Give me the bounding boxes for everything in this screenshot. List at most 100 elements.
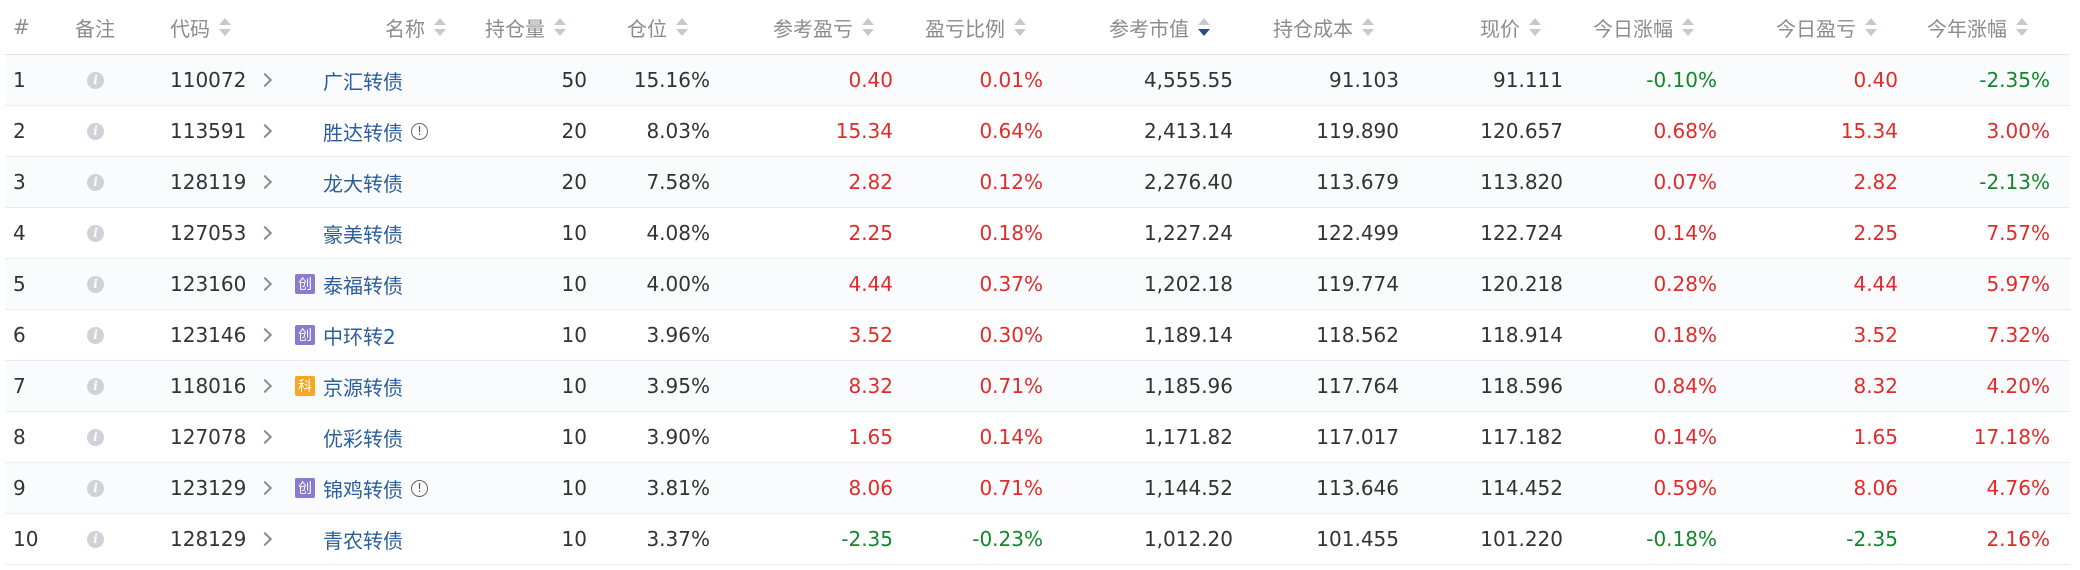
col-header-pnl-ratio-label: 盈亏比例 [925, 16, 1005, 41]
col-header-pnl[interactable]: 参考盈亏 [773, 0, 903, 54]
chevron-right-icon[interactable] [258, 72, 273, 88]
bond-name[interactable]: 优彩转债 [323, 423, 403, 452]
chevron-right-icon[interactable] [258, 327, 273, 343]
name-cell[interactable]: 豪美转债 [295, 208, 495, 258]
table-row[interactable]: 4 i 127053 豪美转债 10 4.08% 2.25 0.18% 1,22… [5, 208, 2070, 259]
col-header-ytd-chg[interactable]: 今年涨幅 [1927, 0, 2047, 54]
col-header-qty[interactable]: 持仓量 [485, 0, 595, 54]
table-row[interactable]: 5 i 123160 创泰福转债 10 4.00% 4.44 0.37% 1,2… [5, 259, 2070, 310]
mkt-value-cell: 1,144.52 [1143, 476, 1233, 500]
chevron-right-icon[interactable] [258, 429, 273, 445]
col-header-code[interactable]: 代码 [170, 0, 290, 54]
bond-name[interactable]: 泰福转债 [323, 270, 403, 299]
bond-name[interactable]: 龙大转债 [323, 168, 403, 197]
table-row[interactable]: 8 i 127078 优彩转债 10 3.90% 1.65 0.14% 1,17… [5, 412, 2070, 463]
sort-icon[interactable] [1361, 18, 1374, 36]
sort-icon[interactable] [1864, 18, 1877, 36]
note-cell[interactable]: i [87, 310, 117, 360]
info-icon[interactable]: i [87, 275, 104, 293]
chevron-right-icon[interactable] [258, 378, 273, 394]
note-cell[interactable]: i [87, 514, 117, 564]
bond-name[interactable]: 豪美转债 [323, 219, 403, 248]
name-cell[interactable]: 优彩转债 [295, 412, 495, 462]
sort-icon[interactable] [861, 18, 874, 36]
note-cell[interactable]: i [87, 55, 117, 105]
name-cell[interactable]: 创泰福转债 [295, 259, 495, 309]
qty-cell: 10 [561, 425, 587, 449]
bond-name[interactable]: 京源转债 [323, 372, 403, 401]
col-header-cost[interactable]: 持仓成本 [1273, 0, 1403, 54]
name-cell[interactable]: 科京源转债 [295, 361, 495, 411]
sort-icon[interactable] [2015, 18, 2028, 36]
chevron-right-icon[interactable] [258, 531, 273, 547]
sort-icon[interactable] [675, 18, 688, 36]
chevron-right-icon[interactable] [258, 174, 273, 190]
pnl-cell: 2.25 [848, 221, 893, 245]
sort-icon[interactable] [1013, 18, 1026, 36]
info-icon[interactable]: i [87, 71, 104, 89]
info-icon[interactable]: i [87, 326, 104, 344]
info-icon[interactable]: i [87, 173, 104, 191]
info-icon[interactable]: i [87, 122, 104, 140]
price-cell: 91.111 [1493, 68, 1563, 92]
name-cell[interactable]: 广汇转债 [295, 55, 495, 105]
table-row[interactable]: 10 i 128129 青农转债 10 3.37% -2.35 -0.23% 1… [5, 514, 2070, 565]
table-body: 1 i 110072 广汇转债 50 15.16% 0.40 0.01% 4,5… [5, 55, 2070, 565]
col-header-today-pnl[interactable]: 今日盈亏 [1776, 0, 1896, 54]
note-cell[interactable]: i [87, 106, 117, 156]
price-cell: 120.218 [1480, 272, 1563, 296]
name-cell[interactable]: 创锦鸡转债! [295, 463, 495, 513]
sort-icon[interactable] [1528, 18, 1541, 36]
weight-cell: 3.81% [646, 476, 710, 500]
bond-name[interactable]: 广汇转债 [323, 66, 403, 95]
note-cell[interactable]: i [87, 157, 117, 207]
note-cell[interactable]: i [87, 412, 117, 462]
table-row[interactable]: 6 i 123146 创中环转2 10 3.96% 3.52 0.30% 1,1… [5, 310, 2070, 361]
cost-cell: 122.499 [1316, 221, 1399, 245]
sort-desc-icon[interactable] [1197, 18, 1210, 36]
name-cell[interactable]: 龙大转债 [295, 157, 495, 207]
sort-icon[interactable] [1681, 18, 1694, 36]
info-icon[interactable]: i [87, 224, 104, 242]
col-header-weight-label: 仓位 [627, 16, 667, 41]
table-row[interactable]: 7 i 118016 科京源转债 10 3.95% 8.32 0.71% 1,1… [5, 361, 2070, 412]
bond-name[interactable]: 胜达转债 [323, 117, 403, 146]
chevron-right-icon[interactable] [258, 225, 273, 241]
col-header-name[interactable]: 名称 [385, 0, 465, 54]
note-cell[interactable]: i [87, 259, 117, 309]
info-icon[interactable]: i [87, 530, 104, 548]
note-cell[interactable]: i [87, 208, 117, 258]
cost-cell: 118.562 [1316, 323, 1399, 347]
warning-icon[interactable]: ! [411, 122, 428, 140]
bond-name[interactable]: 中环转2 [323, 321, 396, 350]
name-cell[interactable]: 创中环转2 [295, 310, 495, 360]
chevron-right-icon[interactable] [258, 480, 273, 496]
col-header-weight[interactable]: 仓位 [627, 0, 707, 54]
name-cell[interactable]: 胜达转债! [295, 106, 495, 156]
bond-name[interactable]: 青农转债 [323, 525, 403, 554]
sort-icon[interactable] [553, 18, 566, 36]
col-header-today-chg[interactable]: 今日涨幅 [1593, 0, 1713, 54]
bond-name[interactable]: 锦鸡转债 [323, 474, 403, 503]
name-cell[interactable]: 青农转债 [295, 514, 495, 564]
sort-icon[interactable] [218, 18, 231, 36]
col-header-price[interactable]: 现价 [1480, 0, 1560, 54]
ytd-chg-cell: 5.97% [1986, 272, 2050, 296]
sort-icon[interactable] [433, 18, 446, 36]
chevron-right-icon[interactable] [258, 276, 273, 292]
info-icon[interactable]: i [87, 428, 104, 446]
col-header-mkt-value[interactable]: 参考市值 [1109, 0, 1239, 54]
qty-cell: 10 [561, 374, 587, 398]
table-row[interactable]: 1 i 110072 广汇转债 50 15.16% 0.40 0.01% 4,5… [5, 55, 2070, 106]
info-icon[interactable]: i [87, 479, 104, 497]
pnl-cell: 3.52 [848, 323, 893, 347]
note-cell[interactable]: i [87, 463, 117, 513]
table-row[interactable]: 2 i 113591 胜达转债! 20 8.03% 15.34 0.64% 2,… [5, 106, 2070, 157]
info-icon[interactable]: i [87, 377, 104, 395]
table-row[interactable]: 9 i 123129 创锦鸡转债! 10 3.81% 8.06 0.71% 1,… [5, 463, 2070, 514]
table-row[interactable]: 3 i 128119 龙大转债 20 7.58% 2.82 0.12% 2,27… [5, 157, 2070, 208]
col-header-pnl-ratio[interactable]: 盈亏比例 [925, 0, 1055, 54]
chevron-right-icon[interactable] [258, 123, 273, 139]
warning-icon[interactable]: ! [411, 479, 428, 497]
note-cell[interactable]: i [87, 361, 117, 411]
